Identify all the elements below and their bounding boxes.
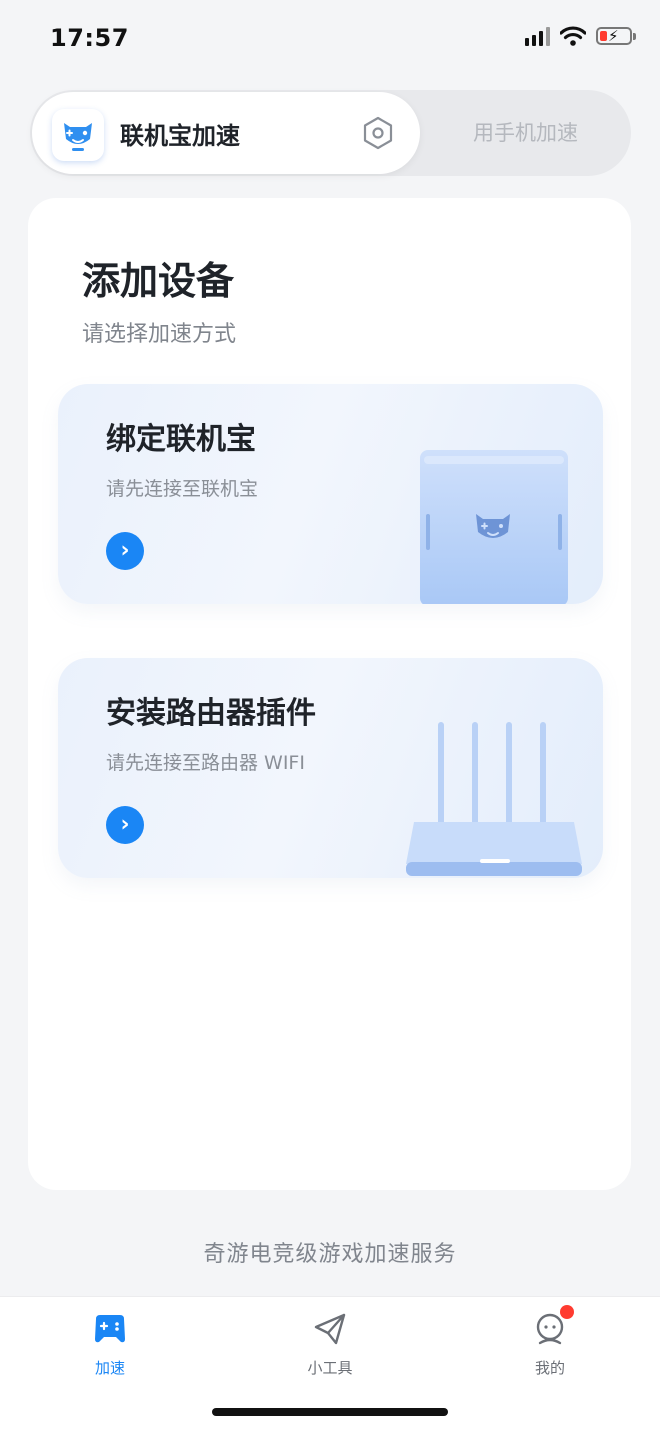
hexagon-settings-icon[interactable] <box>362 116 394 150</box>
option-desc: 请先连接至路由器 WIFI <box>106 752 305 774</box>
accel-mode-switch: 联机宝加速 用手机加速 <box>30 90 631 176</box>
notification-badge <box>560 1305 574 1319</box>
battery-icon: ⚡ <box>596 27 636 45</box>
mode-label-device: 联机宝加速 <box>120 122 240 150</box>
page-subtitle: 请选择加速方式 <box>82 322 237 347</box>
wifi-icon <box>560 26 586 46</box>
tab-mine[interactable]: 我的 <box>490 1305 610 1378</box>
tab-accelerate[interactable]: 加速 <box>50 1311 170 1378</box>
tab-label: 我的 <box>534 1359 565 1377</box>
option-title: 安装路由器插件 <box>106 696 316 731</box>
mode-option-phone[interactable]: 用手机加速 <box>420 90 631 176</box>
tab-label: 小工具 <box>307 1359 353 1377</box>
tab-label: 加速 <box>94 1359 125 1377</box>
bind-box-option[interactable]: 绑定联机宝 请先连接至联机宝 › <box>58 384 603 604</box>
chevron-right-icon[interactable]: › <box>106 532 144 570</box>
router-illustration <box>406 722 582 876</box>
game-cat-logo-icon <box>52 109 104 161</box>
device-box-illustration <box>420 450 568 604</box>
paper-plane-icon <box>314 1313 346 1345</box>
home-indicator <box>212 1408 448 1416</box>
mode-option-device[interactable]: 联机宝加速 <box>32 92 420 174</box>
option-title: 绑定联机宝 <box>106 422 256 457</box>
status-bar: 17:57 ⚡ <box>0 0 660 80</box>
page-title: 添加设备 <box>82 259 235 303</box>
footer-tagline: 奇游电竞级游戏加速服务 <box>203 1242 457 1267</box>
tab-tools[interactable]: 小工具 <box>270 1311 390 1378</box>
cellular-signal-icon <box>525 26 550 46</box>
router-plugin-option[interactable]: 安装路由器插件 请先连接至路由器 WIFI › <box>58 658 603 878</box>
profile-icon-wrap <box>532 1305 574 1347</box>
status-time: 17:57 <box>50 24 129 52</box>
status-icons: ⚡ <box>525 26 636 46</box>
add-device-card: 添加设备 请选择加速方式 绑定联机宝 请先连接至联机宝 › 安装路由器插件 请先… <box>28 198 631 1190</box>
gamepad-icon <box>95 1315 125 1343</box>
chevron-right-icon[interactable]: › <box>106 806 144 844</box>
option-desc: 请先连接至联机宝 <box>106 478 259 500</box>
